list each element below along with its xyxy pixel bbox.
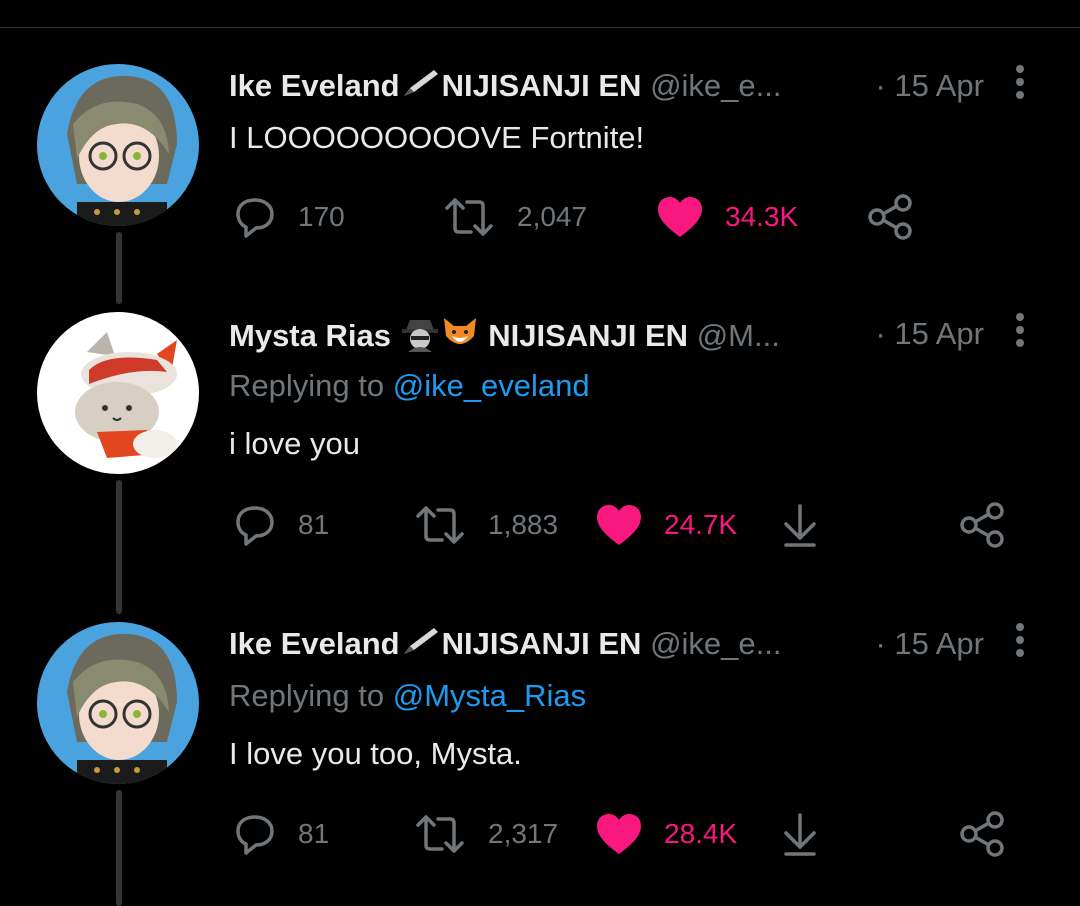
tweet-text: i love you — [229, 426, 360, 461]
download-button[interactable] — [778, 502, 822, 548]
like-button[interactable]: 24.7K — [594, 502, 737, 548]
retweet-icon — [412, 502, 468, 548]
user-handle[interactable]: @M... — [697, 318, 780, 353]
tweet-date[interactable]: · 15 Apr — [875, 624, 984, 664]
retweet-button[interactable]: 2,047 — [441, 194, 587, 240]
reply-icon — [232, 811, 278, 857]
tweet-date[interactable]: · 15 Apr — [875, 66, 984, 106]
reply-count: 81 — [298, 509, 330, 540]
tweet-text: I LOOOOOOOOOVE Fortnite! — [229, 120, 645, 155]
user-handle[interactable]: @ike_e... — [650, 626, 781, 661]
reply-count: 170 — [298, 201, 345, 232]
more-options-icon[interactable] — [1008, 310, 1032, 354]
like-button[interactable]: 34.3K — [655, 194, 798, 240]
more-options-icon[interactable] — [1008, 62, 1032, 106]
like-count: 24.7K — [664, 509, 738, 540]
pen-icon — [400, 66, 442, 110]
top-divider — [0, 27, 1080, 28]
heart-filled-icon — [594, 502, 644, 548]
replying-to: Replying to @ike_eveland — [229, 366, 590, 406]
download-button[interactable] — [778, 811, 822, 857]
display-name[interactable]: Ike Eveland — [229, 626, 400, 661]
name-suffix: NIJISANJI EN — [441, 626, 642, 662]
retweet-icon — [441, 194, 497, 240]
retweet-count: 2,317 — [488, 818, 559, 849]
more-options-icon[interactable] — [1008, 620, 1032, 664]
like-count: 28.4K — [664, 818, 738, 849]
reply-button[interactable]: 170 — [232, 194, 345, 240]
replying-prefix: Replying to — [229, 368, 393, 403]
download-icon — [778, 811, 822, 857]
download-icon — [778, 502, 822, 548]
retweet-count: 2,047 — [517, 201, 588, 232]
tweet-text: I love you too, Mysta. — [229, 736, 522, 771]
share-button[interactable] — [958, 811, 1006, 857]
retweet-button[interactable]: 2,317 — [412, 811, 558, 857]
share-icon — [958, 502, 1006, 548]
display-name[interactable]: Ike Eveland — [229, 68, 400, 103]
heart-filled-icon — [594, 811, 644, 857]
share-button[interactable] — [958, 502, 1006, 548]
avatar[interactable] — [37, 312, 199, 474]
avatar[interactable] — [37, 64, 199, 226]
display-name[interactable]: Mysta Rias — [229, 318, 391, 353]
share-icon — [866, 194, 914, 240]
thread-connector — [116, 232, 122, 304]
share-button[interactable] — [866, 194, 914, 240]
reply-mention-link[interactable]: @ike_eveland — [393, 368, 590, 403]
reply-icon — [232, 194, 278, 240]
replying-to: Replying to @Mysta_Rias — [229, 676, 586, 716]
reply-mention-link[interactable]: @Mysta_Rias — [393, 678, 586, 713]
thread-connector — [116, 790, 122, 906]
fox-emoji-icon — [440, 314, 480, 362]
detective-emoji-icon — [400, 314, 440, 362]
share-icon — [958, 811, 1006, 857]
retweet-count: 1,883 — [488, 509, 559, 540]
pen-icon — [400, 624, 442, 668]
heart-filled-icon — [655, 194, 705, 240]
avatar[interactable] — [37, 622, 199, 784]
name-suffix: NIJISANJI EN — [441, 68, 642, 104]
user-handle[interactable]: @ike_e... — [650, 68, 781, 103]
reply-button[interactable]: 81 — [232, 811, 329, 857]
replying-prefix: Replying to — [229, 678, 393, 713]
retweet-button[interactable]: 1,883 — [412, 502, 558, 548]
reply-button[interactable]: 81 — [232, 502, 329, 548]
reply-icon — [232, 502, 278, 548]
tweet-date[interactable]: · 15 Apr — [875, 314, 984, 354]
like-count: 34.3K — [725, 201, 799, 232]
reply-count: 81 — [298, 818, 330, 849]
thread-connector — [116, 480, 122, 614]
name-suffix: NIJISANJI EN — [488, 318, 689, 354]
retweet-icon — [412, 811, 468, 857]
like-button[interactable]: 28.4K — [594, 811, 737, 857]
